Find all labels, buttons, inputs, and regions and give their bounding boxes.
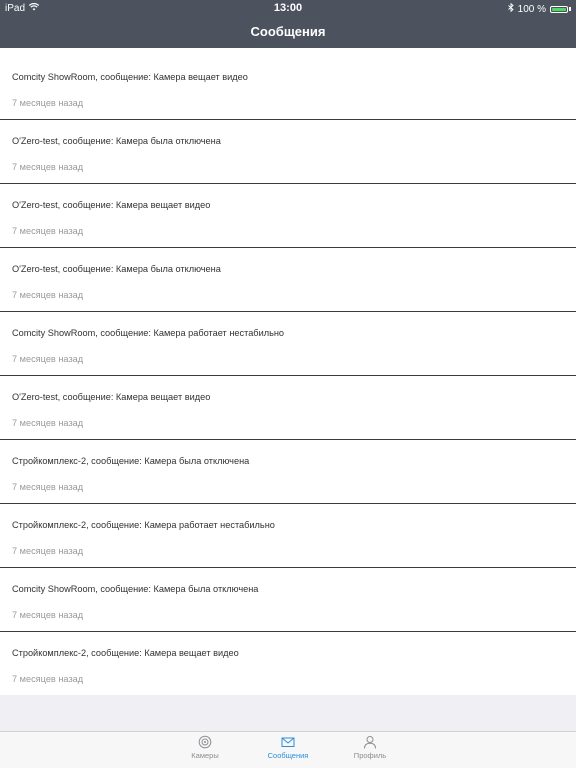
battery-tip bbox=[569, 7, 571, 11]
list-item[interactable]: Comcity ShowRoom, сообщение: Камера рабо… bbox=[0, 312, 576, 376]
tab-messages[interactable]: Сообщения bbox=[253, 735, 323, 760]
camera-icon bbox=[170, 735, 240, 749]
message-time: 7 месяцев назад bbox=[12, 418, 84, 428]
tab-bar: Камеры Сообщения Профиль bbox=[0, 731, 576, 768]
list-item[interactable]: Comcity ShowRoom, сообщение: Камера веща… bbox=[0, 56, 576, 120]
message-text: Comcity ShowRoom, сообщение: Камера была… bbox=[12, 584, 259, 594]
status-time: 13:00 bbox=[273, 2, 303, 14]
message-time: 7 месяцев назад bbox=[12, 162, 84, 172]
message-text: Comcity ShowRoom, сообщение: Камера рабо… bbox=[12, 328, 285, 338]
tab-label: Камеры bbox=[191, 751, 219, 760]
message-time: 7 месяцев назад bbox=[12, 674, 84, 684]
list-item[interactable]: Стройкомплекс-2, сообщение: Камера работ… bbox=[0, 504, 576, 568]
list-item[interactable]: O'Zero-test, сообщение: Камера вещает ви… bbox=[0, 376, 576, 440]
message-time: 7 месяцев назад bbox=[12, 290, 84, 300]
battery-icon bbox=[550, 5, 568, 13]
status-right: 100 % bbox=[507, 2, 571, 15]
person-icon bbox=[335, 735, 405, 749]
message-time: 7 месяцев назад bbox=[12, 98, 84, 108]
message-time: 7 месяцев назад bbox=[12, 482, 84, 492]
message-text: O'Zero-test, сообщение: Камера была откл… bbox=[12, 264, 221, 274]
message-text: Стройкомплекс-2, сообщение: Камера была … bbox=[12, 456, 250, 466]
list-item[interactable]: O'Zero-test, сообщение: Камера была откл… bbox=[0, 120, 576, 184]
message-text: Стройкомплекс-2, сообщение: Камера работ… bbox=[12, 520, 275, 530]
message-text: Comcity ShowRoom, сообщение: Камера веща… bbox=[12, 72, 248, 82]
page-title: Сообщения bbox=[250, 24, 326, 39]
tab-label: Профиль bbox=[353, 751, 387, 760]
message-text: O'Zero-test, сообщение: Камера была откл… bbox=[12, 136, 221, 146]
list-item[interactable]: O'Zero-test, сообщение: Камера была откл… bbox=[0, 248, 576, 312]
message-time: 7 месяцев назад bbox=[12, 226, 84, 236]
list-item[interactable]: Стройкомплекс-2, сообщение: Камера вещае… bbox=[0, 632, 576, 696]
list-empty-area bbox=[0, 695, 576, 732]
navigation-bar: Сообщения bbox=[0, 16, 576, 48]
message-time: 7 месяцев назад bbox=[12, 354, 84, 364]
list-item[interactable]: Стройкомплекс-2, сообщение: Камера была … bbox=[0, 440, 576, 504]
message-text: Стройкомплекс-2, сообщение: Камера вещае… bbox=[12, 648, 239, 658]
battery-percent: 100 % bbox=[517, 3, 546, 15]
tab-label: Сообщения bbox=[267, 751, 309, 760]
messages-list: Comcity ShowRoom, сообщение: Камера веща… bbox=[0, 56, 576, 696]
bluetooth-icon bbox=[507, 2, 514, 15]
battery-level bbox=[552, 7, 566, 11]
tab-profile[interactable]: Профиль bbox=[335, 735, 405, 760]
tab-cameras[interactable]: Камеры bbox=[170, 735, 240, 760]
list-item[interactable]: O'Zero-test, сообщение: Камера вещает ви… bbox=[0, 184, 576, 248]
envelope-icon bbox=[253, 735, 323, 749]
message-text: O'Zero-test, сообщение: Камера вещает ви… bbox=[12, 200, 211, 210]
message-text: O'Zero-test, сообщение: Камера вещает ви… bbox=[12, 392, 211, 402]
list-item[interactable]: Comcity ShowRoom, сообщение: Камера была… bbox=[0, 568, 576, 632]
message-time: 7 месяцев назад bbox=[12, 610, 84, 620]
message-time: 7 месяцев назад bbox=[12, 546, 84, 556]
status-bar: iPad 13:00 100 % bbox=[0, 0, 576, 16]
